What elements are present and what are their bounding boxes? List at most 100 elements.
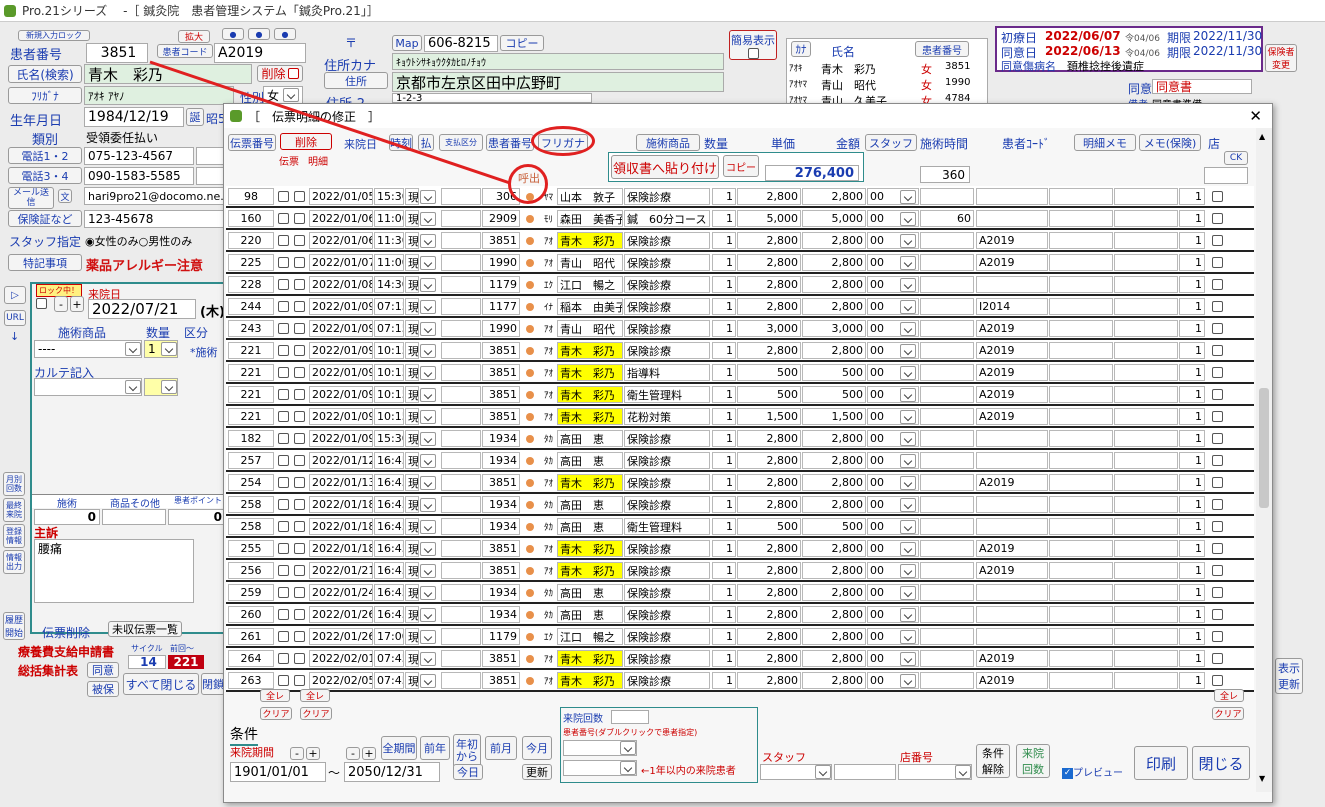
cell-empty[interactable]: [1114, 540, 1178, 557]
cell-pay[interactable]: 現: [405, 232, 419, 249]
cell-name[interactable]: 高田 恵: [557, 606, 623, 623]
cell-store[interactable]: 1: [1179, 650, 1205, 667]
url-button[interactable]: URL: [4, 310, 26, 326]
cell-k[interactable]: ｱｵ: [542, 364, 556, 381]
cell-code[interactable]: [976, 276, 1048, 293]
cell-staff[interactable]: 00: [867, 364, 919, 381]
cell-menu[interactable]: 保険診療: [624, 452, 710, 469]
chevron-down-icon[interactable]: [420, 190, 436, 204]
row-checkbox[interactable]: [1212, 565, 1223, 576]
kana-sort-button[interactable]: ｶﾅ: [791, 41, 811, 57]
row-checkbox[interactable]: [1212, 323, 1223, 334]
cell-menu[interactable]: 保険診療: [624, 320, 710, 337]
cell-staff[interactable]: 00: [867, 188, 919, 205]
cell-date[interactable]: 2022/01/09: [309, 364, 373, 381]
cell-price[interactable]: 2,800: [737, 276, 801, 293]
cell-qty[interactable]: 1: [712, 562, 736, 579]
cell-store[interactable]: 1: [1179, 342, 1205, 359]
cell-pay[interactable]: 現: [405, 606, 419, 623]
cell-code[interactable]: A2019: [976, 474, 1048, 491]
copy-button[interactable]: コピー: [723, 155, 759, 177]
cell-k[interactable]: ﾀｶ: [542, 496, 556, 513]
row-checkbox[interactable]: [278, 345, 289, 356]
cell-store[interactable]: 1: [1179, 430, 1205, 447]
cell-name[interactable]: 江口 暢之: [557, 276, 623, 293]
row-checkbox[interactable]: [278, 257, 289, 268]
chevron-down-icon[interactable]: [420, 432, 436, 446]
cell-qty[interactable]: 1: [712, 210, 736, 227]
cell-empty[interactable]: [1114, 496, 1178, 513]
staff-radio-group[interactable]: ◉女性のみ○男性のみ: [85, 233, 192, 249]
call-dot-icon[interactable]: [526, 435, 534, 443]
display-refresh-button[interactable]: 表示 更新: [1275, 658, 1303, 694]
chevron-down-icon[interactable]: [420, 608, 436, 622]
cell-empty[interactable]: [1049, 518, 1113, 535]
cell-name[interactable]: 森田 美香子: [557, 210, 623, 227]
cell-qty[interactable]: 1: [712, 496, 736, 513]
table-row[interactable]: 2202022/01/0611:30現3851ｱｵ青木 彩乃保険診療12,800…: [226, 230, 1254, 252]
cell-name[interactable]: 青木 彩乃: [557, 650, 623, 667]
cell-pay[interactable]: 現: [405, 364, 419, 381]
cell-pay[interactable]: 現: [405, 562, 419, 579]
cell-ptime[interactable]: [920, 298, 974, 315]
cell-menu[interactable]: 衛生管理料: [624, 518, 710, 535]
cell-code[interactable]: A2019: [976, 386, 1048, 403]
cell-staff[interactable]: 00: [867, 342, 919, 359]
mini-patno-col[interactable]: 患者番号: [915, 41, 969, 57]
table-row[interactable]: 2582022/01/1816:45現1934ﾀｶ高田 恵衛生管理料150050…: [226, 516, 1254, 538]
cell-code[interactable]: [976, 496, 1048, 513]
cell-slip[interactable]: 258: [228, 496, 274, 513]
cell-empty[interactable]: [1049, 562, 1113, 579]
call-dot-icon[interactable]: [526, 303, 534, 311]
row-checkbox[interactable]: [294, 257, 305, 268]
special-notes-button[interactable]: 特記事項: [8, 254, 82, 271]
call-dot-icon[interactable]: [526, 215, 534, 223]
cell-pno[interactable]: 3851: [482, 364, 520, 381]
row-checkbox[interactable]: [278, 301, 289, 312]
cell-qty[interactable]: 1: [712, 342, 736, 359]
call-dot-icon[interactable]: [526, 655, 534, 663]
row-checkbox[interactable]: [1212, 389, 1223, 400]
cell-pay[interactable]: 現: [405, 254, 419, 271]
row-checkbox[interactable]: [278, 477, 289, 488]
kana-field[interactable]: ｱｵｷ ｱﾔﾉ: [84, 86, 234, 105]
cell-price[interactable]: 2,800: [737, 540, 801, 557]
cell-time[interactable]: 14:30: [374, 276, 404, 293]
close-button[interactable]: 閉じる: [1192, 746, 1250, 780]
cell-qty[interactable]: 1: [712, 628, 736, 645]
cell-code[interactable]: A2019: [976, 650, 1048, 667]
cell-slip[interactable]: 160: [228, 210, 274, 227]
cell-staff[interactable]: 00: [867, 430, 919, 447]
row-checkbox[interactable]: [278, 367, 289, 378]
mail-compose-icon[interactable]: 文: [58, 189, 72, 203]
cell-time[interactable]: 10:15: [374, 386, 404, 403]
cell-ptime[interactable]: [920, 452, 974, 469]
cell-qty[interactable]: 1: [712, 430, 736, 447]
row-checkbox[interactable]: [294, 389, 305, 400]
cell-date[interactable]: 2022/01/26: [309, 606, 373, 623]
cell-k[interactable]: ｱｵ: [542, 540, 556, 557]
cell-price[interactable]: 2,800: [737, 584, 801, 601]
cell-k[interactable]: ｴｸ: [542, 276, 556, 293]
table-row[interactable]: 2212022/01/0910:15現3851ｱｵ青木 彩乃花粉対策11,500…: [226, 406, 1254, 428]
cell-ptime[interactable]: [920, 606, 974, 623]
cell-amt[interactable]: 3,000: [802, 320, 866, 337]
new-input-lock-button[interactable]: 新規入力ロック: [18, 30, 90, 41]
row-checkbox[interactable]: [294, 609, 305, 620]
row-checkbox[interactable]: [1212, 675, 1223, 686]
cell-date[interactable]: 2022/01/07: [309, 254, 373, 271]
cell-empty[interactable]: [441, 584, 481, 601]
cell-store[interactable]: 1: [1179, 386, 1205, 403]
cell-menu[interactable]: 保険診療: [624, 254, 710, 271]
cell-menu[interactable]: 保険診療: [624, 496, 710, 513]
cell-time[interactable]: 07:15: [374, 320, 404, 337]
cell-date[interactable]: 2022/01/18: [309, 496, 373, 513]
cell-store[interactable]: 1: [1179, 408, 1205, 425]
mini-list-item[interactable]: ｱｵﾔﾏ 青山 昭代 女 1990: [789, 77, 985, 92]
cell-staff[interactable]: 00: [867, 672, 919, 689]
cell-ptime[interactable]: [920, 628, 974, 645]
cell-store[interactable]: 1: [1179, 496, 1205, 513]
cell-pno[interactable]: 1934: [482, 496, 520, 513]
table-row[interactable]: 982022/01/0515:30現306ﾔﾏ山本 敦子保険診療12,8002,…: [226, 186, 1254, 208]
from-minus[interactable]: -: [290, 747, 304, 760]
